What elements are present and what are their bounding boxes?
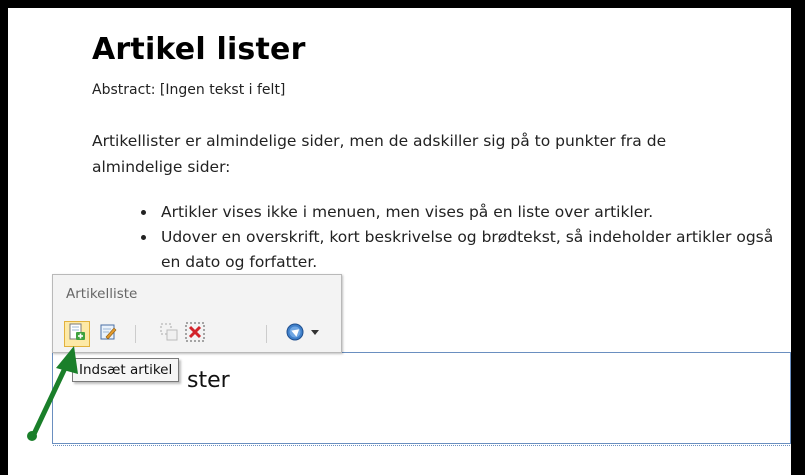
annotation-arrow <box>27 346 78 441</box>
page-content: Artikel lister Abstract: [Ingen tekst i … <box>8 8 791 475</box>
screenshot-frame: Artikel lister Abstract: [Ingen tekst i … <box>0 0 805 475</box>
